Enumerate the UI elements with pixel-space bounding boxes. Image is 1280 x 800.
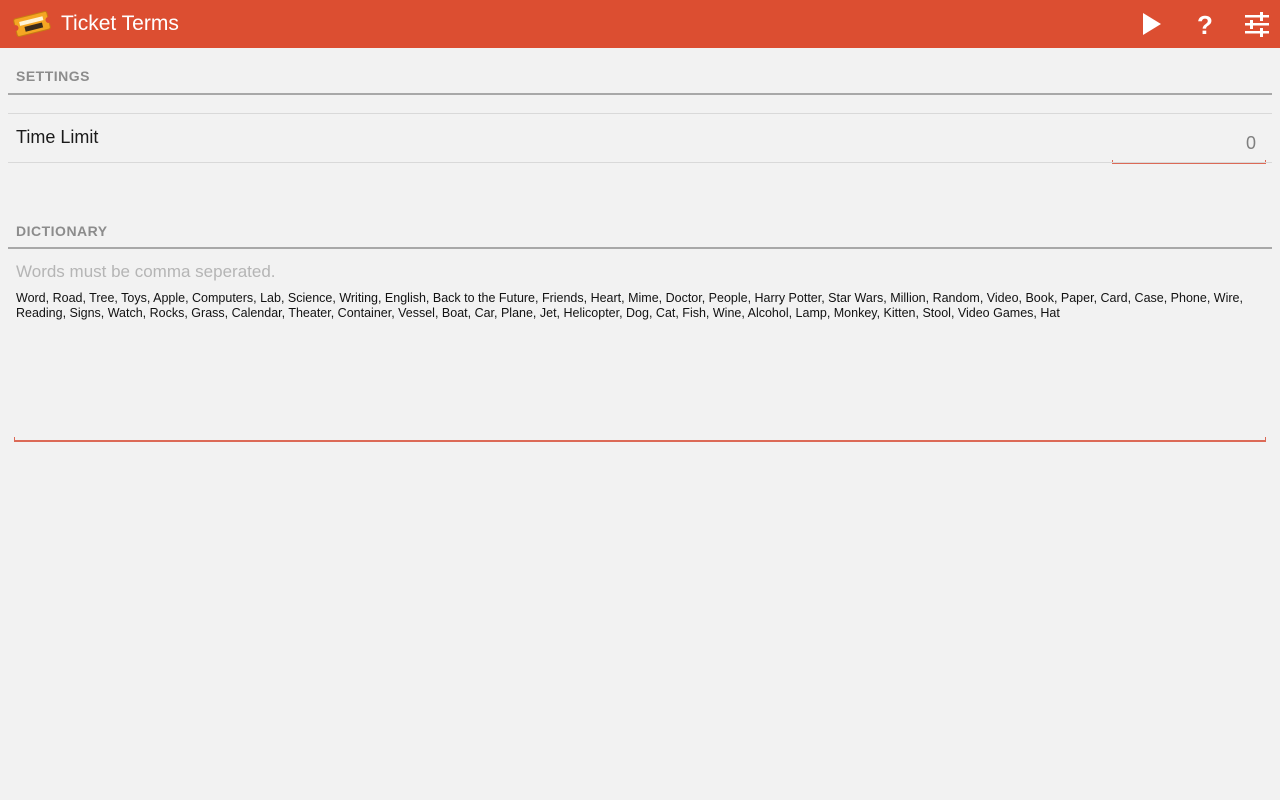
tune-icon (1241, 8, 1273, 40)
app-title: Ticket Terms (61, 12, 179, 35)
dictionary-underline (14, 437, 1266, 442)
dictionary-words[interactable]: Word, Road, Tree, Toys, Apple, Computers… (16, 291, 1261, 321)
row-divider-bottom (8, 162, 1272, 163)
dictionary-header: DICTIONARY (16, 223, 108, 239)
action-bar: Ticket Terms ? (0, 0, 1280, 48)
time-limit-input[interactable] (1112, 124, 1266, 162)
help-icon: ? (1189, 8, 1221, 40)
row-divider-top (8, 113, 1272, 114)
time-limit-label: Time Limit (16, 127, 99, 147)
settings-divider (8, 93, 1272, 95)
settings-button[interactable] (1241, 8, 1273, 40)
settings-header: SETTINGS (16, 68, 91, 84)
ticket-icon (12, 10, 52, 38)
svg-text:?: ? (1197, 10, 1213, 40)
play-button[interactable] (1136, 8, 1168, 40)
dictionary-divider (8, 247, 1272, 249)
play-icon (1136, 8, 1168, 40)
help-button[interactable]: ? (1189, 8, 1221, 40)
dictionary-field[interactable]: Words must be comma seperated. Word, Roa… (14, 256, 1266, 440)
dictionary-hint: Words must be comma seperated. (16, 262, 276, 281)
